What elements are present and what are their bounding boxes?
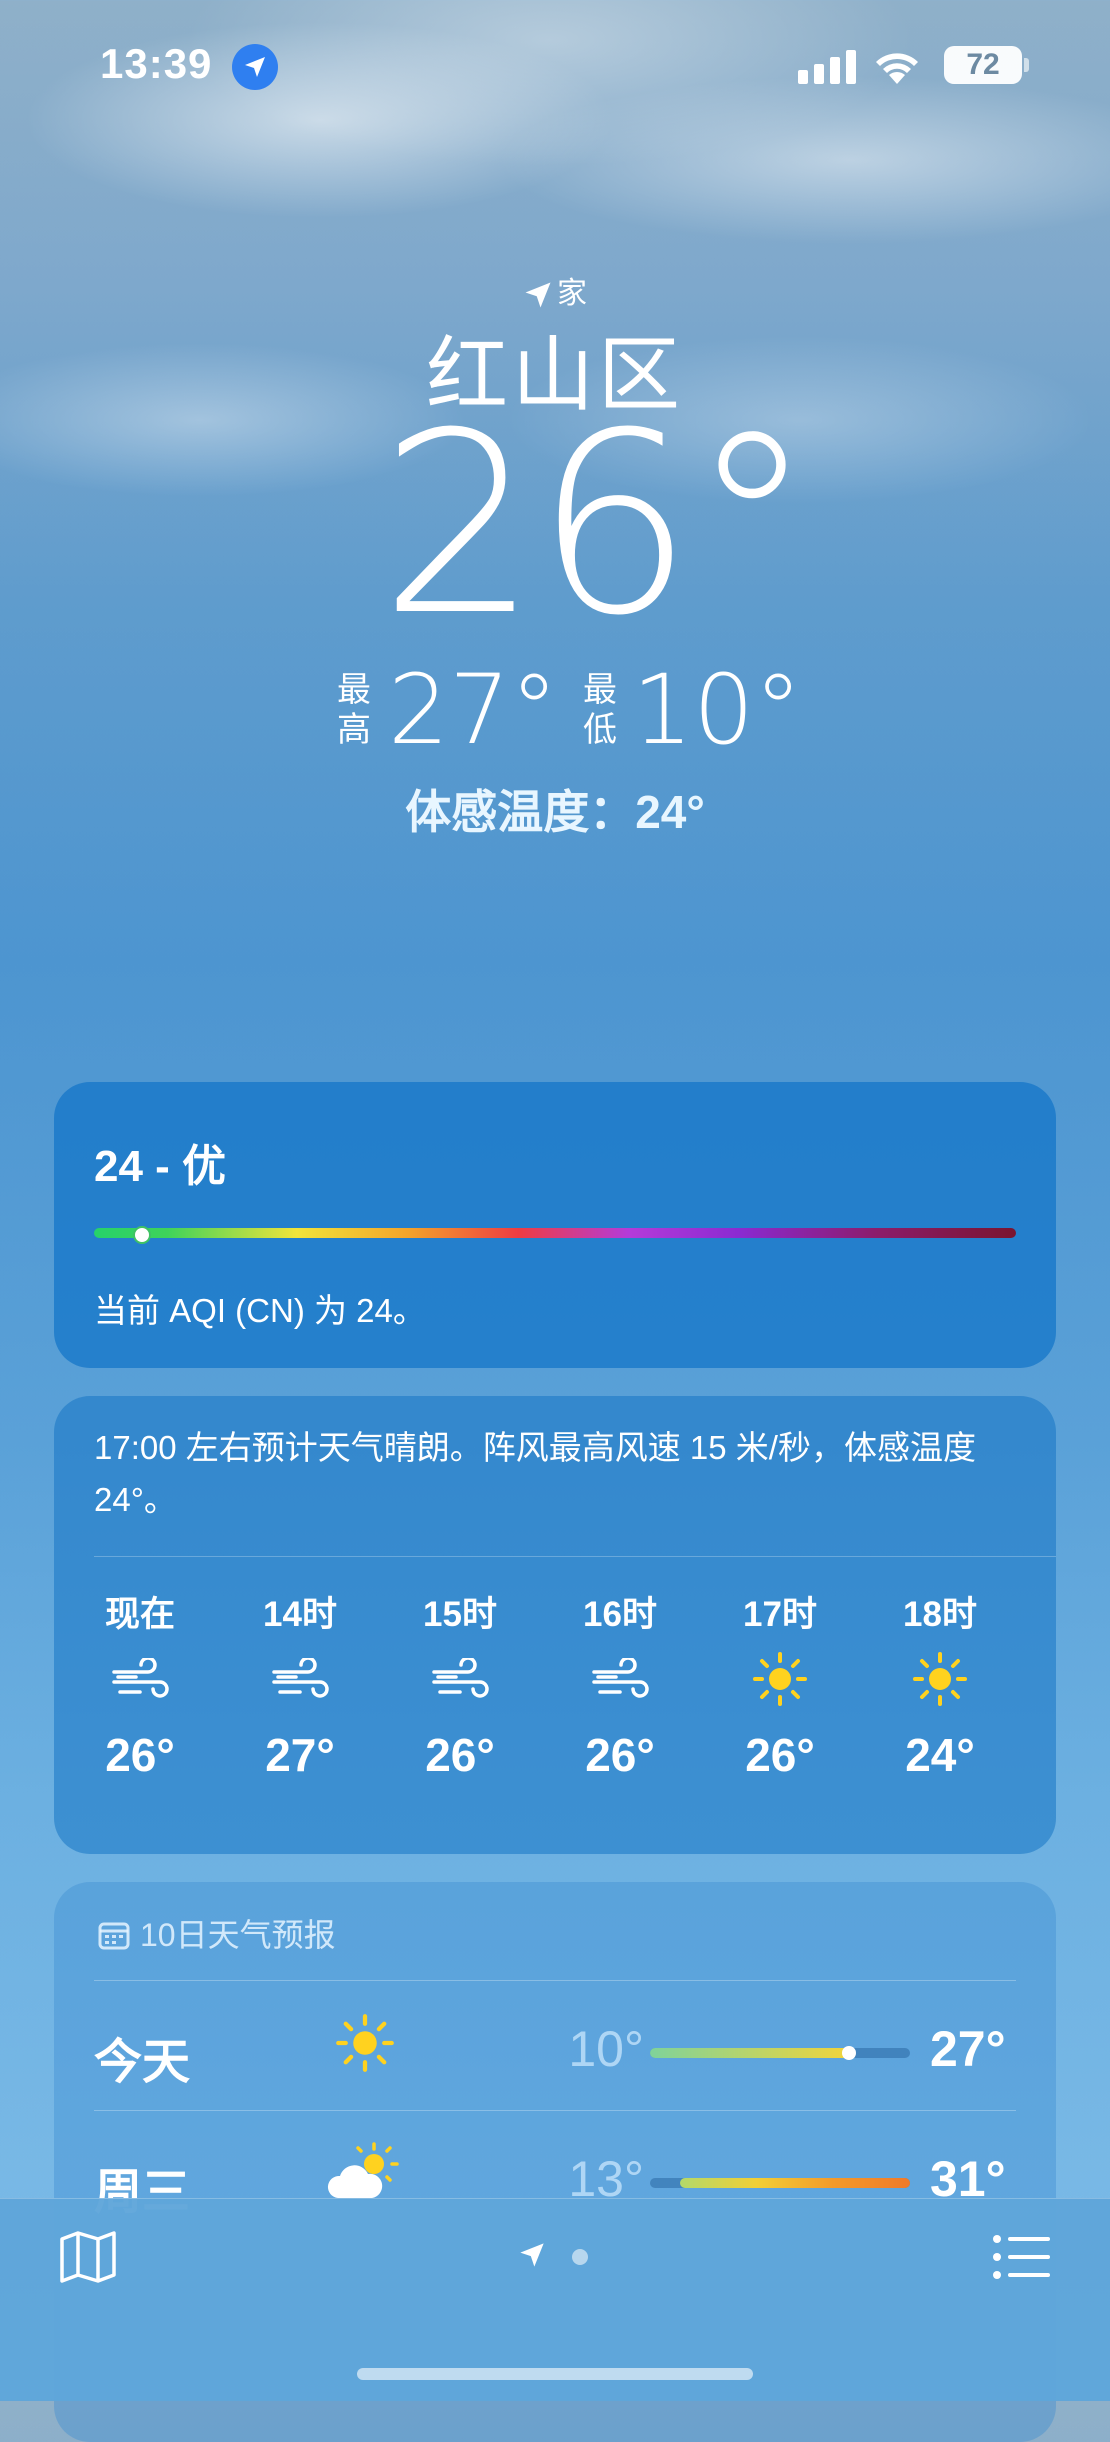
divider [94, 2110, 1016, 2111]
page-indicator-dot[interactable] [572, 2249, 588, 2265]
location-services-icon [232, 44, 278, 90]
low-label: 最低 [583, 671, 617, 749]
hour-label: 15时 [423, 1595, 497, 1634]
divider [94, 1980, 1016, 1981]
hour-label: 18时 [903, 1595, 977, 1634]
partly-cloudy-icon [327, 2142, 399, 2198]
location-arrow-icon [525, 282, 551, 308]
day-row-today[interactable]: 今天 10° 27° [54, 1982, 1056, 2112]
temp-range-fill [680, 2178, 910, 2188]
hour-label: 16时 [583, 1595, 657, 1634]
high-temperature: 27° [388, 654, 559, 766]
temp-range-bar [650, 2178, 910, 2188]
low-temperature: 10° [632, 654, 803, 766]
location-label-text: 家 [557, 277, 587, 310]
hour-temp: 24° [905, 1729, 975, 1781]
current-temp-marker [842, 2046, 856, 2060]
hour-temp: 27° [265, 1729, 335, 1781]
cellular-signal-icon [798, 50, 856, 84]
status-bar: 13:39 72 [0, 40, 1110, 96]
list-icon[interactable] [992, 2233, 1052, 2281]
aqi-card[interactable]: 24 - 优 当前 AQI (CN) 为 24。 [54, 1082, 1056, 1368]
hour-item: 15时 26° [390, 1586, 530, 1782]
high-label: 最高 [337, 671, 371, 749]
sun-icon [753, 1652, 807, 1706]
hour-label: 14时 [263, 1595, 337, 1634]
hour-item: 17时 26° [710, 1586, 850, 1782]
aqi-scale-bar [94, 1228, 1016, 1238]
forecast-summary: 17:00 左右预计天气晴朗。阵风最高风速 15 米/秒，体感温度 24°。 [94, 1429, 976, 1518]
hourly-forecast-card[interactable]: 17:00 左右预计天气晴朗。阵风最高风速 15 米/秒，体感温度 24°。 现… [54, 1396, 1056, 1854]
hour-temp: 26° [585, 1729, 655, 1781]
feels-like: 体感温度：24° [405, 786, 705, 838]
divider [94, 1556, 1056, 1557]
ten-day-title: 10日天气预报 [140, 1917, 336, 1953]
sun-icon [336, 2014, 394, 2072]
wifi-icon [876, 53, 918, 84]
hour-item: 18时 24° [870, 1586, 1010, 1782]
hour-item: 现在 26° [70, 1586, 210, 1782]
current-temperature: 26° [379, 379, 814, 670]
wind-icon [432, 1656, 489, 1698]
battery-indicator: 72 [944, 46, 1022, 84]
wind-icon [592, 1656, 649, 1698]
hour-label: 现在 [104, 1595, 175, 1634]
location-label: 家 [0, 268, 1110, 312]
wind-icon [112, 1656, 169, 1698]
hour-item: 14时 27° [230, 1586, 370, 1782]
day-high: 27° [930, 2021, 1006, 2077]
sun-icon [913, 1652, 967, 1706]
hour-label: 17时 [743, 1595, 817, 1634]
aqi-description: 当前 AQI (CN) 为 24。 [94, 1292, 426, 1329]
hour-temp: 26° [425, 1729, 495, 1781]
day-name: 今天 [94, 2036, 191, 2089]
wind-icon [272, 1656, 329, 1698]
battery-tip [1024, 58, 1029, 72]
aqi-title: 24 - 优 [94, 1142, 227, 1191]
temp-range-fill [650, 2048, 850, 2058]
current-location-page-icon[interactable] [518, 2241, 546, 2269]
map-icon[interactable] [58, 2229, 118, 2285]
hour-item: 16时 26° [550, 1586, 690, 1782]
temp-range-bar [650, 2046, 910, 2060]
hour-temp: 26° [745, 1729, 815, 1781]
ten-day-header: 10日天气预报 [98, 1910, 336, 1956]
day-low: 10° [568, 2021, 644, 2077]
status-time: 13:39 [100, 40, 213, 87]
aqi-indicator [133, 1226, 152, 1244]
high-low-temps: 最高 27° 最低 10° [0, 660, 1110, 760]
calendar-icon [98, 1922, 130, 1950]
hour-temp: 26° [105, 1729, 175, 1781]
home-indicator[interactable] [357, 2368, 753, 2380]
